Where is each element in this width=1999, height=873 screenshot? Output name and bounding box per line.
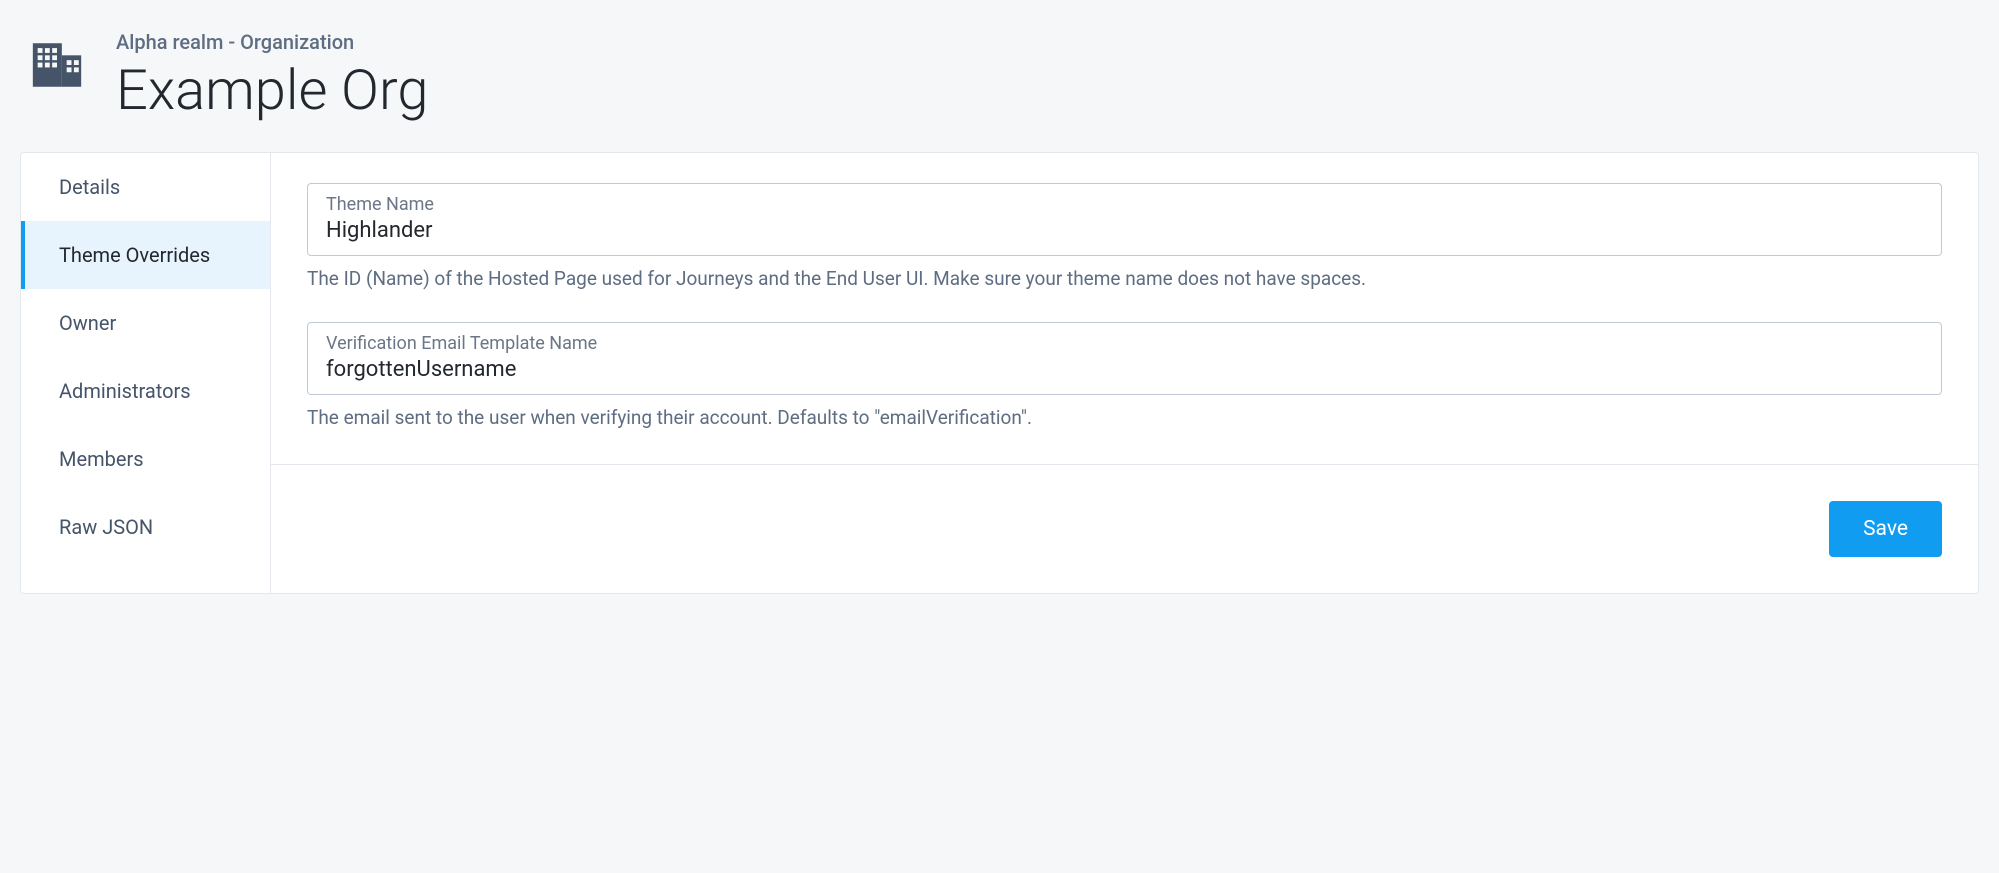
theme-name-input[interactable]: [326, 218, 1923, 243]
theme-name-help: The ID (Name) of the Hosted Page used fo…: [307, 266, 1942, 293]
sidebar-item-label: Theme Overrides: [59, 243, 210, 267]
sidebar-item-label: Owner: [59, 311, 116, 335]
form-group-verification-email: Verification Email Template Name The ema…: [307, 322, 1942, 432]
breadcrumb: Alpha realm - Organization: [116, 30, 428, 54]
save-button[interactable]: Save: [1829, 501, 1942, 557]
sidebar: Details Theme Overrides Owner Administra…: [21, 153, 271, 593]
verification-email-label: Verification Email Template Name: [326, 333, 1923, 354]
sidebar-item-details[interactable]: Details: [21, 153, 270, 221]
sidebar-item-raw-json[interactable]: Raw JSON: [21, 493, 270, 561]
sidebar-item-label: Members: [59, 447, 144, 471]
main-panel: Details Theme Overrides Owner Administra…: [20, 152, 1979, 594]
sidebar-item-theme-overrides[interactable]: Theme Overrides: [21, 221, 270, 289]
sidebar-item-label: Raw JSON: [59, 515, 153, 539]
page-header: Alpha realm - Organization Example Org: [20, 30, 1979, 122]
sidebar-item-label: Details: [59, 175, 120, 199]
sidebar-item-administrators[interactable]: Administrators: [21, 357, 270, 425]
verification-email-help: The email sent to the user when verifyin…: [307, 405, 1942, 432]
sidebar-item-members[interactable]: Members: [21, 425, 270, 493]
form-footer: Save: [271, 465, 1978, 593]
page-title: Example Org: [116, 60, 428, 122]
input-wrapper: Theme Name: [307, 183, 1942, 256]
form-group-theme-name: Theme Name The ID (Name) of the Hosted P…: [307, 183, 1942, 293]
sidebar-item-owner[interactable]: Owner: [21, 289, 270, 357]
theme-name-label: Theme Name: [326, 194, 1923, 215]
sidebar-item-label: Administrators: [59, 379, 191, 403]
input-wrapper: Verification Email Template Name: [307, 322, 1942, 395]
form-area: Theme Name The ID (Name) of the Hosted P…: [271, 153, 1978, 465]
verification-email-input[interactable]: [326, 357, 1923, 382]
content-area: Theme Name The ID (Name) of the Hosted P…: [271, 153, 1978, 593]
organization-icon: [28, 36, 86, 98]
